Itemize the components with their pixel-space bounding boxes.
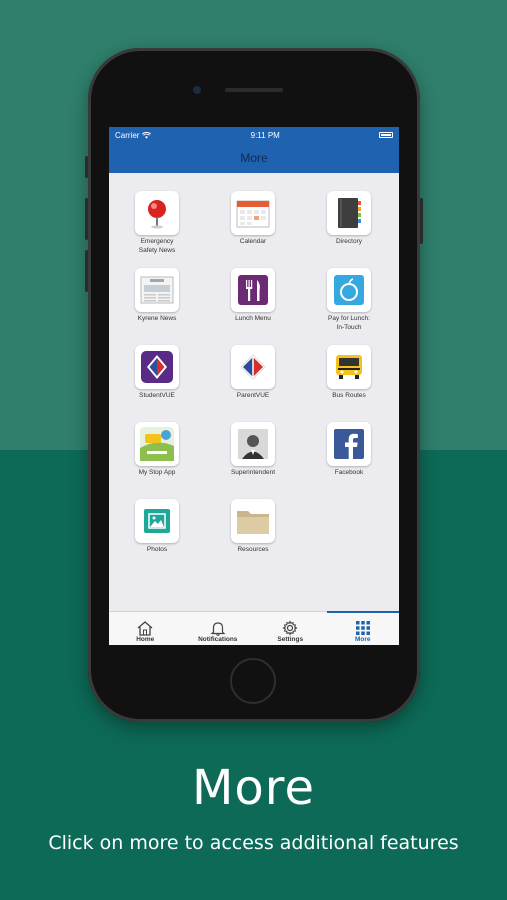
tile-my-stop-app[interactable]: My Stop App xyxy=(109,422,205,486)
tile-label: Emergency Safety News xyxy=(138,238,176,254)
tile-resources[interactable]: Resources xyxy=(205,499,301,563)
carrier-label: Carrier xyxy=(115,130,140,140)
front-camera xyxy=(193,86,201,94)
tab-notifications[interactable]: Notifications xyxy=(182,612,255,645)
tile-kyrene-news[interactable]: Kyrene News xyxy=(109,268,205,332)
tab-label: Home xyxy=(136,636,155,643)
photos-icon xyxy=(135,499,179,543)
tile-bus-routes[interactable]: Bus Routes xyxy=(301,345,397,409)
page-title: More xyxy=(240,151,268,165)
tab-label: Notifications xyxy=(198,636,238,643)
feature-grid: Emergency Safety News Calendar Directory xyxy=(109,191,399,563)
newspaper-icon xyxy=(135,268,179,312)
tile-label: My Stop App xyxy=(138,469,176,476)
tile-photos[interactable]: Photos xyxy=(109,499,205,563)
tile-label: Pay for Lunch: In-Touch xyxy=(328,315,370,331)
tile-label: Calendar xyxy=(239,238,267,245)
tile-label: StudentVUE xyxy=(139,392,175,399)
school-bus-icon xyxy=(327,345,371,389)
mute-switch xyxy=(85,156,88,178)
tile-parentvue[interactable]: ParentVUE xyxy=(205,345,301,409)
gear-icon xyxy=(282,620,298,636)
grid-icon xyxy=(355,621,370,635)
person-photo-icon xyxy=(231,422,275,466)
status-time: 9:11 PM xyxy=(250,130,280,140)
home-button[interactable] xyxy=(230,658,276,704)
caption-title: More xyxy=(192,760,315,816)
parentvue-icon xyxy=(231,345,275,389)
nav-bar: More xyxy=(109,143,399,173)
power-button xyxy=(420,198,423,244)
tile-superintendent[interactable]: Superintendent xyxy=(205,422,301,486)
tile-facebook[interactable]: Facebook xyxy=(301,422,397,486)
apple-icon xyxy=(327,268,371,312)
tile-studentvue[interactable]: StudentVUE xyxy=(109,345,205,409)
folder-icon xyxy=(231,499,275,543)
status-bar: Carrier 9:11 PM xyxy=(109,127,399,143)
facebook-icon xyxy=(327,422,371,466)
tile-label: Bus Routes xyxy=(332,392,366,399)
earpiece-speaker xyxy=(225,88,283,92)
tile-label: Lunch Menu xyxy=(235,315,271,322)
tile-label: Directory xyxy=(335,238,362,245)
tile-directory[interactable]: Directory xyxy=(301,191,397,255)
my-stop-app-icon xyxy=(135,422,179,466)
fork-knife-icon xyxy=(231,268,275,312)
calendar-icon xyxy=(231,191,275,235)
tab-settings[interactable]: Settings xyxy=(254,612,327,645)
wifi-icon xyxy=(142,131,152,139)
volume-up-button xyxy=(85,198,88,240)
volume-down-button xyxy=(85,250,88,292)
emergency-pin-icon xyxy=(135,191,179,235)
tile-lunch-menu[interactable]: Lunch Menu xyxy=(205,268,301,332)
tab-more[interactable]: More xyxy=(326,611,400,645)
phone-frame: Carrier 9:11 PM More Emergency Safety Ne… xyxy=(85,48,423,722)
tile-calendar[interactable]: Calendar xyxy=(205,191,301,255)
tile-emergency-safety-news[interactable]: Emergency Safety News xyxy=(109,191,205,255)
tab-home[interactable]: Home xyxy=(109,612,182,645)
tab-label: More xyxy=(354,636,371,643)
tile-label: Photos xyxy=(146,546,168,553)
studentvue-icon xyxy=(135,345,179,389)
tile-label: Superintendent xyxy=(230,469,276,476)
tab-label: Settings xyxy=(277,636,304,643)
app-screen: Carrier 9:11 PM More Emergency Safety Ne… xyxy=(109,127,399,645)
tile-label: Kyrene News xyxy=(137,315,177,322)
tile-pay-for-lunch[interactable]: Pay for Lunch: In-Touch xyxy=(301,268,397,332)
battery-icon xyxy=(379,132,393,138)
tile-label: Resources xyxy=(237,546,269,553)
caption-subtitle: Click on more to access additional featu… xyxy=(48,832,459,854)
tab-bar: Home Notifications Settings More xyxy=(109,611,399,645)
bell-icon xyxy=(210,622,226,636)
home-icon xyxy=(137,621,153,636)
tile-label: ParentVUE xyxy=(236,392,270,399)
tile-label: Facebook xyxy=(334,469,364,476)
directory-book-icon xyxy=(327,191,371,235)
